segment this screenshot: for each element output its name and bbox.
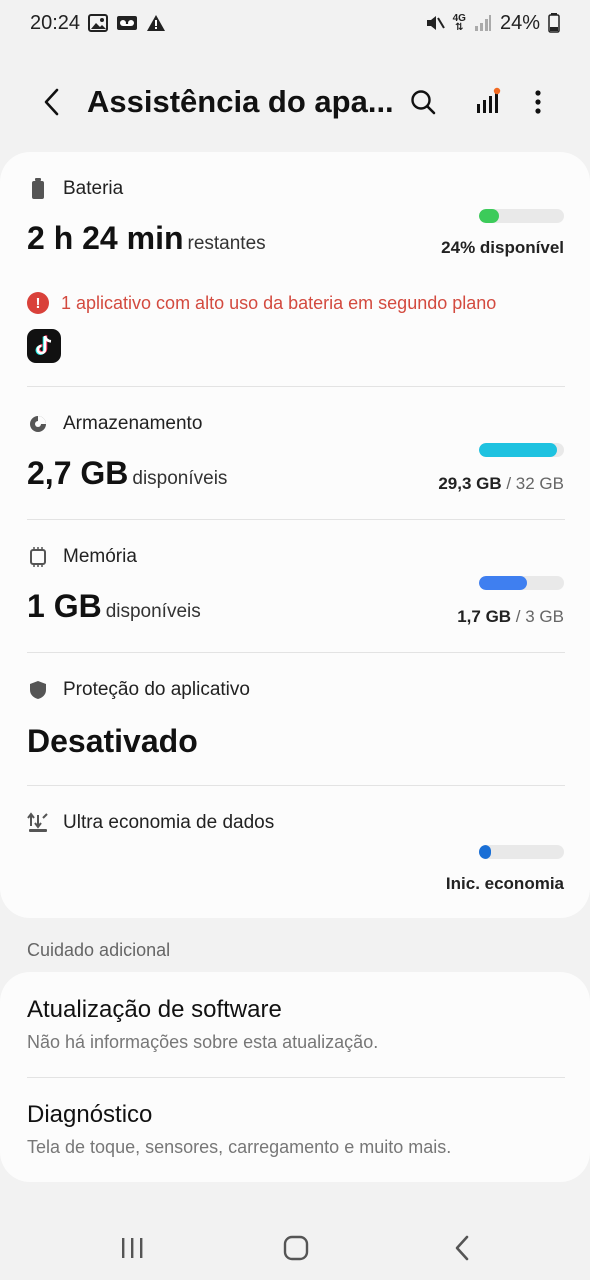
battery-label: Bateria (63, 178, 124, 199)
cell-signal-icon (474, 14, 492, 32)
memory-available: 1 GB disponíveis (27, 588, 201, 625)
storage-total: 32 GB (515, 474, 564, 493)
battery-available-text: 24% disponível (441, 238, 564, 257)
tiktok-logo-icon (35, 335, 52, 355)
memory-total: 3 GB (525, 607, 564, 626)
data-saver-icon (27, 812, 49, 834)
software-update-title: Atualização de software (27, 996, 282, 1023)
software-update-subtitle: Não há informações sobre esta atualizaçã… (27, 1032, 379, 1052)
shield-icon (27, 679, 49, 701)
search-icon (411, 90, 436, 115)
battery-time-value: 2 h 24 min (27, 220, 184, 256)
gallery-notification-icon (88, 14, 109, 32)
additional-care-heading: Cuidado adicional (27, 940, 171, 960)
back-button[interactable] (32, 82, 72, 122)
battery-level-bar (479, 209, 564, 223)
app-protection-header: Proteção do aplicativo (27, 679, 250, 701)
battery-warning[interactable]: ! 1 aplicativo com alto uso da bateria e… (27, 292, 496, 314)
storage-available-unit: disponíveis (132, 468, 228, 489)
diagnostics-item[interactable]: Diagnóstico Tela de toque, sensores, car… (0, 1078, 590, 1182)
memory-available-unit: disponíveis (105, 601, 201, 622)
memory-used: 1,7 GB (457, 607, 512, 626)
memory-sep: / (511, 607, 526, 626)
battery-icon (27, 178, 49, 200)
alert-icon: ! (27, 292, 49, 314)
ultra-data-saving-section[interactable]: Ultra economia de dados Inic. economia (0, 786, 590, 918)
device-care-card: Bateria 2 h 24 min restantes 24% disponív… (0, 152, 590, 918)
status-time: 20:24 (30, 11, 81, 34)
memory-usage-text: 1,7 GB / 3 GB (457, 607, 564, 627)
data-arrows-icon: ⇅ (455, 22, 464, 33)
memory-chip-icon (27, 546, 49, 568)
home-button[interactable] (276, 1228, 316, 1268)
storage-used: 29,3 GB (438, 474, 502, 493)
storage-usage-text: 29,3 GB / 32 GB (438, 474, 564, 494)
network-type-icon: 4G ⇅ (453, 14, 466, 33)
search-button[interactable] (403, 82, 443, 122)
recent-apps-button[interactable] (112, 1228, 152, 1268)
battery-time-unit: restantes (187, 233, 266, 254)
storage-usage-fill (479, 443, 558, 457)
storage-label: Armazenamento (63, 413, 203, 434)
software-update-item[interactable]: Atualização de software Não há informaçõ… (0, 972, 590, 1077)
app-protection-status: Desativado (27, 723, 198, 759)
storage-available-value: 2,7 GB (27, 455, 129, 491)
battery-percent-text: 24% (499, 11, 540, 34)
storage-usage-bar (479, 443, 564, 457)
ultra-data-saving-label: Ultra economia de dados (63, 812, 275, 833)
page-title: Assistência do apa... (87, 84, 394, 119)
battery-header: Bateria (27, 178, 123, 200)
ultra-data-saving-header: Ultra economia de dados (27, 812, 274, 834)
app-bar: Assistência do apa... (0, 70, 590, 136)
status-left: 20:24 (30, 12, 166, 35)
more-options-button[interactable] (518, 82, 558, 122)
memory-usage-bar (479, 576, 564, 590)
diagnostics-title: Diagnóstico (27, 1101, 153, 1128)
pie-chart-icon (27, 413, 49, 435)
warning-notification-icon (146, 14, 166, 32)
battery-warning-text: 1 aplicativo com alto uso da bateria em … (61, 292, 497, 313)
data-saving-bar (479, 845, 564, 859)
battery-icon (548, 13, 560, 33)
battery-level-fill (479, 209, 500, 223)
chevron-left-icon (44, 88, 59, 116)
memory-usage-fill (479, 576, 528, 590)
storage-available: 2,7 GB disponíveis (27, 455, 227, 492)
data-saving-fill (479, 845, 491, 859)
more-vertical-icon (535, 90, 541, 114)
storage-section[interactable]: Armazenamento 2,7 GB disponíveis 29,3 GB … (0, 387, 590, 520)
storage-sep: / (501, 474, 516, 493)
mute-vibrate-icon (425, 14, 445, 32)
battery-section[interactable]: Bateria 2 h 24 min restantes 24% disponív… (0, 152, 590, 387)
diagnostics-signal-button[interactable] (467, 82, 507, 122)
tiktok-app-icon[interactable] (27, 329, 61, 363)
memory-available-value: 1 GB (27, 588, 102, 624)
storage-header: Armazenamento (27, 413, 202, 435)
back-icon (455, 1235, 469, 1261)
voicemail-notification-icon (116, 14, 138, 32)
app-protection-label: Proteção do aplicativo (63, 679, 250, 700)
status-right: 4G ⇅ 24% (425, 12, 560, 35)
diagnostics-subtitle: Tela de toque, sensores, carregamento e … (27, 1137, 452, 1157)
bars-with-badge-icon (477, 87, 501, 113)
battery-time-remaining: 2 h 24 min restantes (27, 220, 266, 257)
status-bar: 20:24 4G ⇅ 24% (0, 0, 590, 46)
navigation-bar (0, 1210, 590, 1280)
app-protection-section[interactable]: Proteção do aplicativo Desativado (0, 653, 590, 786)
recent-apps-icon (122, 1238, 143, 1258)
data-saving-status: Inic. economia (445, 874, 564, 893)
memory-label: Memória (63, 546, 137, 567)
memory-section[interactable]: Memória 1 GB disponíveis 1,7 GB / 3 GB (0, 520, 590, 653)
additional-care-card: Atualização de software Não há informaçõ… (0, 972, 590, 1182)
memory-header: Memória (27, 546, 137, 568)
home-icon (283, 1235, 309, 1261)
nav-back-button[interactable] (442, 1228, 482, 1268)
